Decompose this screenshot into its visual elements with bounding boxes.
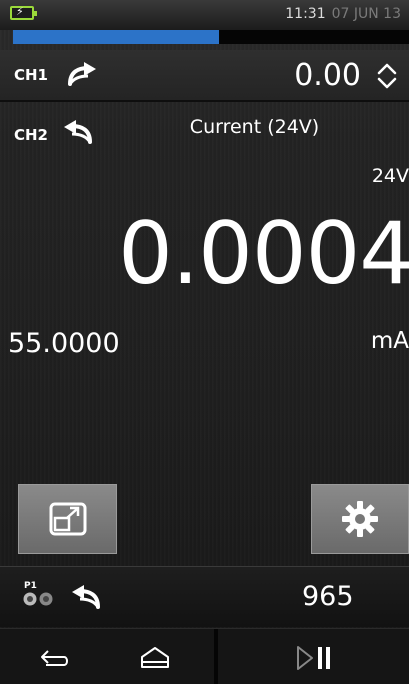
p1-label: P1: [24, 581, 37, 591]
progress-fill: [13, 30, 219, 44]
expand-icon: [49, 502, 86, 536]
ch1-row[interactable]: CH1 0.00: [0, 50, 409, 102]
back-icon[interactable]: [30, 643, 80, 673]
nav-divider: [214, 629, 218, 684]
progress-bar: [13, 30, 409, 44]
settings-button[interactable]: [311, 484, 409, 554]
play-pause-icon[interactable]: [290, 641, 340, 675]
ch2-range: 55.0000: [8, 328, 120, 359]
ch1-label: CH1: [14, 66, 48, 84]
ch2-reading: 0.0004: [118, 204, 409, 304]
home-icon[interactable]: [130, 643, 180, 673]
expand-button[interactable]: [18, 484, 117, 554]
ch2-function[interactable]: Current (24V): [0, 116, 409, 138]
nav-bar: [0, 628, 409, 684]
gear-icon: [342, 501, 378, 537]
calibrator-screen: ⚡ 11:31 07 JUN 13 CH1 0.00 CH2 Current (2…: [0, 0, 409, 684]
ch2-function-text: Current (24V): [189, 116, 320, 138]
arrow-in-icon: [72, 585, 100, 609]
status-date: 07 JUN 13: [331, 6, 401, 22]
pressure-ports-icon: [23, 592, 53, 606]
arrow-out-icon: [68, 62, 96, 86]
clock: 11:31 07 JUN 13: [285, 6, 401, 22]
ch2-unit: mA: [370, 328, 409, 354]
p1-row[interactable]: P1 965: [0, 566, 409, 627]
ch1-value[interactable]: 0.00: [294, 58, 361, 93]
status-time: 11:31: [285, 6, 326, 22]
p1-value: 965: [302, 581, 354, 612]
up-down-icon[interactable]: [375, 61, 399, 91]
battery-icon: ⚡: [10, 5, 37, 20]
ch2-supply-label: 24V: [371, 165, 409, 187]
status-bar: ⚡ 11:31 07 JUN 13: [0, 0, 409, 30]
